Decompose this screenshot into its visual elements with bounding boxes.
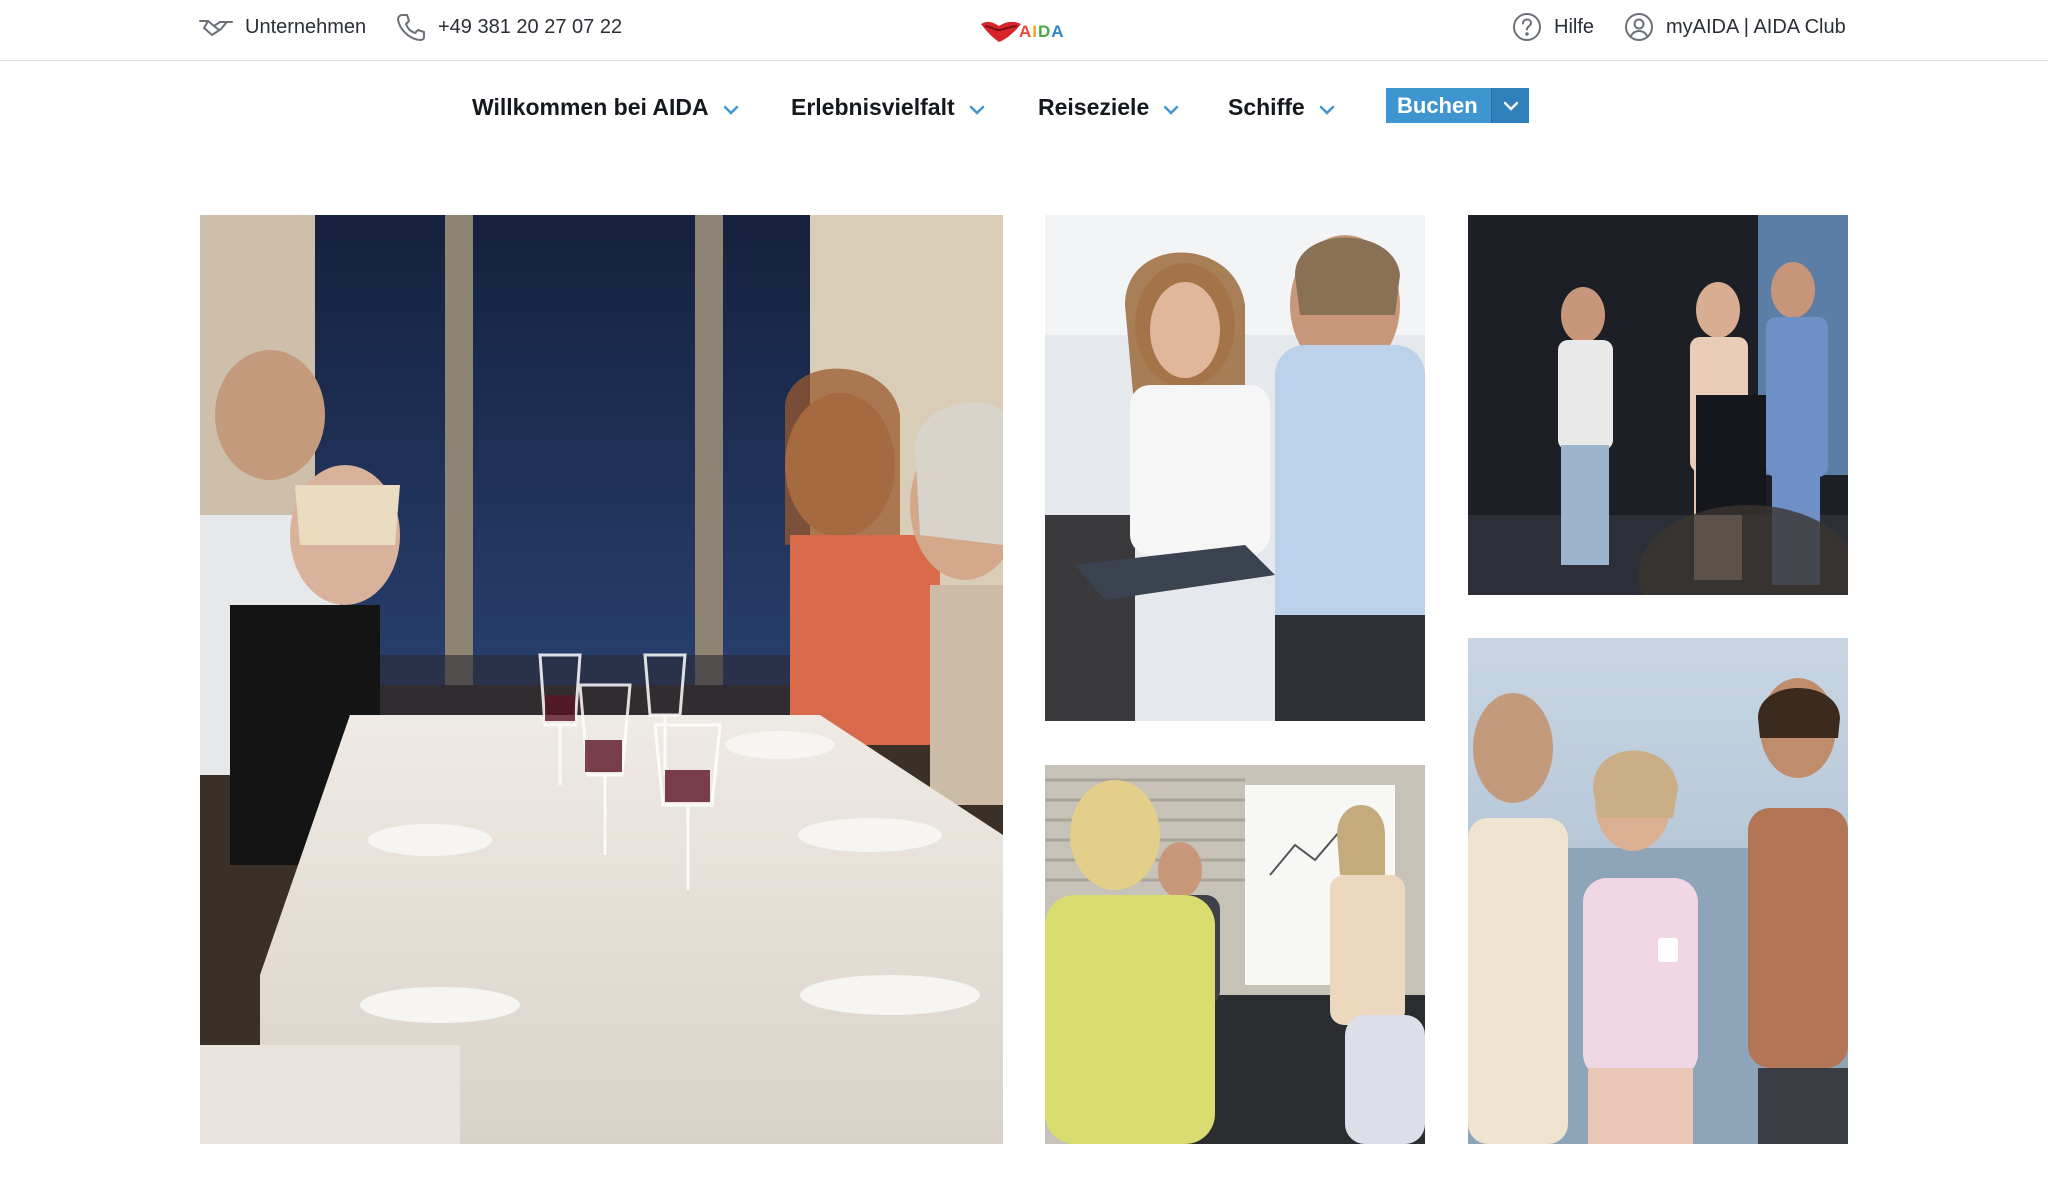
chevron-down-icon bbox=[969, 94, 985, 121]
chevron-down-icon bbox=[723, 94, 739, 121]
phone-link[interactable]: +49 381 20 27 07 22 bbox=[396, 0, 622, 54]
photo-dinner-table bbox=[200, 215, 1003, 1144]
logo-letter-a2: A bbox=[1051, 22, 1065, 41]
nav-item-label: Erlebnisvielfalt bbox=[791, 93, 955, 120]
photo-tablet-consult bbox=[1045, 215, 1425, 721]
help-circle-icon bbox=[1512, 12, 1542, 42]
photo-conference-meeting bbox=[1045, 765, 1425, 1144]
photo-stage-presentation bbox=[1468, 215, 1848, 595]
account-label: myAIDA | AIDA Club bbox=[1666, 15, 1846, 38]
phone-icon bbox=[396, 12, 426, 42]
nav-item-willkommen[interactable]: Willkommen bei AIDA bbox=[472, 90, 739, 124]
photo-deck-conversation bbox=[1468, 638, 1848, 1144]
chevron-down-icon bbox=[1163, 94, 1179, 121]
nav-item-label: Willkommen bei AIDA bbox=[472, 93, 709, 120]
aida-logo[interactable]: A I D A bbox=[979, 12, 1069, 44]
nav-item-reiseziele[interactable]: Reiseziele bbox=[1038, 90, 1179, 124]
logo-letter-d: D bbox=[1038, 22, 1052, 41]
logo-wordmark: A I D A bbox=[1019, 22, 1065, 42]
account-link[interactable]: myAIDA | AIDA Club bbox=[1624, 0, 1846, 54]
help-label: Hilfe bbox=[1554, 15, 1595, 38]
company-label: Unternehmen bbox=[245, 15, 367, 38]
company-link[interactable]: Unternehmen bbox=[199, 0, 366, 54]
nav-item-label: Schiffe bbox=[1228, 93, 1305, 120]
nav-item-erlebnisvielfalt[interactable]: Erlebnisvielfalt bbox=[791, 90, 985, 124]
nav-item-label: Reiseziele bbox=[1038, 93, 1150, 120]
book-dropdown-toggle[interactable] bbox=[1491, 88, 1529, 123]
nav-item-schiffe[interactable]: Schiffe bbox=[1228, 90, 1335, 124]
top-utility-bar: Unternehmen +49 381 20 27 07 22 A I D A bbox=[0, 0, 2048, 61]
logo-letter-a1: A bbox=[1019, 22, 1033, 41]
book-button-label: Buchen bbox=[1386, 88, 1491, 123]
book-button[interactable]: Buchen bbox=[1386, 88, 1529, 123]
chevron-down-icon bbox=[1319, 94, 1335, 121]
phone-label: +49 381 20 27 07 22 bbox=[438, 15, 623, 38]
aida-lips-icon bbox=[981, 21, 1021, 42]
user-circle-icon bbox=[1624, 12, 1654, 42]
chevron-down-icon bbox=[1503, 101, 1518, 111]
help-link[interactable]: Hilfe bbox=[1512, 0, 1594, 54]
handshake-icon bbox=[199, 17, 233, 37]
main-navigation: Willkommen bei AIDA Erlebnisvielfalt Rei… bbox=[0, 62, 2048, 146]
